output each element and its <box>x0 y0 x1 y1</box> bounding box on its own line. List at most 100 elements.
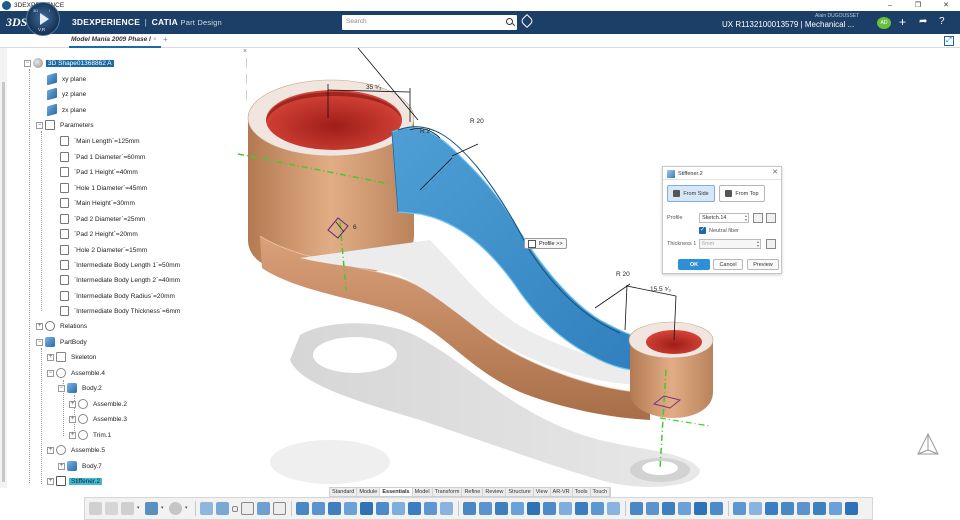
collapse-icon[interactable]: − <box>47 369 54 377</box>
tree-node-parameter[interactable]: `Hole 2 Diameter`=15mm <box>60 244 149 256</box>
add-icon[interactable] <box>749 502 762 515</box>
chamfer-icon[interactable] <box>479 502 492 515</box>
remove-icon[interactable] <box>765 502 778 515</box>
sketch-edit-icon[interactable] <box>753 213 763 223</box>
tree-node-parameter[interactable]: `Pad 2 Diameter`=25mm <box>60 213 147 225</box>
stiffener-icon[interactable] <box>408 502 421 515</box>
tree-node-stiffener[interactable]: + Stiffener.2 <box>47 475 103 487</box>
compass-quadrant-icon[interactable]: 3D <box>33 8 38 13</box>
pocket-icon[interactable] <box>312 502 325 515</box>
symmetry-icon[interactable] <box>662 502 675 515</box>
removed-loft-icon[interactable] <box>440 502 453 515</box>
collapse-icon[interactable]: − <box>58 384 65 392</box>
tree-node-parameters[interactable]: − Parameters <box>36 119 96 131</box>
tree-node-yz-plane[interactable]: yz plane <box>47 87 88 101</box>
expand-icon[interactable]: + <box>47 477 54 485</box>
tree-node-assemble4[interactable]: − Assemble.4 <box>47 367 107 379</box>
tree-node-parameter[interactable]: `Pad 1 Height`=40mm <box>60 166 140 178</box>
dialog-close-button[interactable]: ✕ <box>772 168 778 176</box>
collapse-icon[interactable]: − <box>36 121 43 129</box>
draft-icon[interactable] <box>495 502 508 515</box>
sketcher-icon[interactable] <box>766 213 776 223</box>
tree-node-parameter[interactable]: `Hole 1 Diameter`=45mm <box>60 182 149 194</box>
orientation-triad-icon[interactable] <box>910 430 946 466</box>
dimension-35[interactable]: 35 ⁵⁄₃ <box>366 84 381 91</box>
ok-button[interactable]: OK <box>678 259 710 270</box>
section-tab-touch[interactable]: Touch <box>591 488 611 496</box>
tree-node-assemble2[interactable]: + Assemble.2 <box>69 398 129 410</box>
tree-scrollbar[interactable] <box>0 48 7 488</box>
insert-body-icon[interactable] <box>845 502 858 515</box>
tree-scroll-thumb[interactable] <box>2 82 5 482</box>
tree-node-parameter[interactable]: `Pad 2 Height`=20mm <box>60 228 140 240</box>
section-tab-review[interactable]: Review <box>483 488 507 496</box>
tree-node-body7[interactable]: + Body.7 <box>58 460 104 472</box>
rotation-icon[interactable] <box>646 502 659 515</box>
point-icon[interactable] <box>232 505 238 512</box>
expand-icon[interactable]: + <box>69 400 76 408</box>
neutral-fiber-checkbox[interactable]: ✓ <box>699 227 706 234</box>
tree-node-parameter[interactable]: `Intermediate Body Thickness`=6mm <box>60 305 182 317</box>
remove-lump-icon[interactable] <box>813 502 826 515</box>
split-icon[interactable] <box>559 502 572 515</box>
section-tab-module[interactable]: Module <box>357 488 381 496</box>
preview-button[interactable]: Preview <box>747 259 779 270</box>
tree-node-parameter[interactable]: `Intermediate Body Length 2`=40mm <box>60 274 182 286</box>
rib-icon[interactable] <box>376 502 389 515</box>
thickness-field[interactable]: 6mm ▴ ▾ <box>699 239 761 249</box>
fillet-icon[interactable] <box>463 502 476 515</box>
collapse-icon[interactable]: − <box>36 338 43 346</box>
expand-icon[interactable]: + <box>47 353 54 361</box>
assemble-icon[interactable] <box>733 502 746 515</box>
small-boss[interactable] <box>628 321 714 418</box>
paste-icon[interactable] <box>121 502 134 515</box>
groove-icon[interactable] <box>344 502 357 515</box>
compass-widget[interactable]: 3D i V,R <box>26 2 60 36</box>
section-tab-tools[interactable]: Tools <box>573 488 591 496</box>
dimension-6[interactable]: 6 <box>353 224 357 231</box>
sew-surface-icon[interactable] <box>607 502 620 515</box>
loft-icon[interactable] <box>424 502 437 515</box>
union-trim-icon[interactable] <box>797 502 810 515</box>
tree-root-node[interactable]: − 3D Shape01368862 A <box>24 57 114 69</box>
section-tab-refine[interactable]: Refine <box>462 488 484 496</box>
undo-icon[interactable] <box>145 502 158 515</box>
pattern-icon[interactable] <box>694 502 707 515</box>
tree-node-parameter[interactable]: `Main Length`=125mm <box>60 135 142 147</box>
tree-node-assemble3[interactable]: + Assemble.3 <box>69 413 129 425</box>
update-icon[interactable] <box>169 502 182 515</box>
section-tab-transform[interactable]: Transform <box>433 488 463 496</box>
chevron-down-icon[interactable]: ▾ <box>161 502 165 515</box>
dimension-r20-lower[interactable]: R 20 <box>616 271 630 278</box>
thickness-icon[interactable] <box>527 502 540 515</box>
shell-icon[interactable] <box>511 502 524 515</box>
collapse-tree-icon[interactable]: × <box>243 48 247 55</box>
shaft-icon[interactable] <box>328 502 341 515</box>
tree-node-xy-plane[interactable]: xy plane <box>47 72 88 86</box>
intersect-icon[interactable] <box>781 502 794 515</box>
translation-icon[interactable] <box>630 502 643 515</box>
tree-node-parameter[interactable]: `Pad 1 Diameter`=60mm <box>60 151 147 163</box>
tree-node-parameter[interactable]: `Intermediate Body Length 1`=50mm <box>60 259 182 271</box>
expand-icon[interactable]: + <box>47 446 54 454</box>
expand-icon[interactable]: + <box>36 322 43 330</box>
positioned-sketch-icon[interactable] <box>216 502 229 515</box>
thickness-spinner-icon[interactable]: ▴ ▾ <box>757 240 759 248</box>
compass-quadrant-icon[interactable]: i <box>49 8 50 13</box>
section-tab-model[interactable]: Model <box>413 488 433 496</box>
tree-node-body2[interactable]: − Body.2 <box>58 382 104 394</box>
profile-spinner-icon[interactable]: ▴ ▾ <box>745 214 747 222</box>
tree-node-assemble5[interactable]: + Assemble.5 <box>47 444 107 456</box>
play-icon[interactable] <box>40 13 49 25</box>
section-tab-structure[interactable]: Structure <box>506 488 534 496</box>
copy-icon[interactable] <box>105 502 118 515</box>
tree-node-partbody[interactable]: − PartBody <box>36 336 89 348</box>
pad-icon[interactable] <box>296 502 309 515</box>
section-tab-essentials[interactable]: Essentials <box>380 488 413 496</box>
section-tab-ar-vr[interactable]: AR-VR <box>551 488 573 496</box>
from-top-button[interactable]: From Top <box>719 185 765 202</box>
close-surface-icon[interactable] <box>591 502 604 515</box>
dimension-r2[interactable]: R 2 <box>420 128 430 135</box>
thick-surface-icon[interactable] <box>575 502 588 515</box>
expand-icon[interactable]: + <box>69 431 76 439</box>
